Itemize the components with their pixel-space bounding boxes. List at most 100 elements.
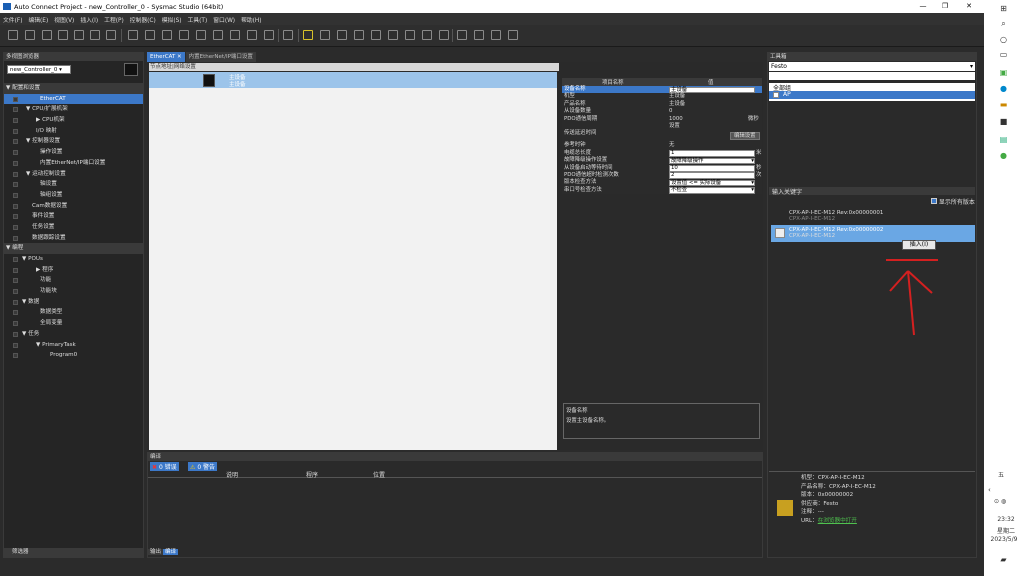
vendor-select[interactable]: Festo ▾	[769, 62, 975, 71]
canvas-header-tab[interactable]: 节点地址|网络设置	[149, 63, 559, 71]
tree-item-cpu-rack-sub[interactable]: ▶ CPU机架	[4, 115, 143, 126]
fault-operation-select[interactable]: 故障降级操作 ▾	[669, 157, 755, 165]
serial-check-select[interactable]: 不检查 ▾	[669, 187, 755, 194]
taskview-icon[interactable]: ▭	[998, 50, 1009, 60]
minimize-button[interactable]: —	[916, 2, 930, 11]
cortana-icon[interactable]: ○	[998, 35, 1009, 45]
sim-stop-icon[interactable]	[354, 30, 364, 40]
tab-ethernetip[interactable]: 内置EtherNet/IP端口设置	[185, 52, 256, 62]
reset-icon[interactable]	[264, 30, 274, 40]
show-all-versions-checkbox[interactable]: 显示所有版本	[931, 197, 975, 206]
tree-item-motion-settings[interactable]: ▼ 运动控制设置	[4, 169, 143, 180]
tree-item-tasks[interactable]: ▼ 任务	[4, 329, 143, 340]
edge-icon[interactable]: ●	[998, 84, 1009, 94]
simulate-icon[interactable]	[320, 30, 330, 40]
zoom-out-icon[interactable]	[491, 30, 501, 40]
pointer-icon[interactable]	[283, 30, 293, 40]
paste-icon[interactable]	[42, 30, 52, 40]
zoom-in-icon[interactable]	[474, 30, 484, 40]
tab-ethercat[interactable]: EtherCAT ✕	[147, 52, 185, 62]
tree-item-axis-settings[interactable]: 轴设置	[4, 179, 143, 190]
tree-item-cam-settings[interactable]: Cam数据设置	[4, 201, 143, 212]
section-config[interactable]: ▼ 配置和设置	[4, 83, 143, 94]
copy-icon[interactable]	[25, 30, 35, 40]
toolbox-search-input[interactable]	[769, 72, 975, 80]
tree-item-axis-group-settings[interactable]: 轴组设置	[4, 190, 143, 201]
find-icon[interactable]	[106, 30, 116, 40]
excel-icon[interactable]: ▣	[998, 68, 1009, 78]
online-icon[interactable]	[128, 30, 138, 40]
restore-button[interactable]: ❐	[938, 2, 952, 11]
watch-icon[interactable]	[422, 30, 432, 40]
timeout-count-input[interactable]: 2	[669, 172, 755, 179]
prop-fault-operation[interactable]: 故障降级操作设置 故障降级操作 ▾	[562, 157, 762, 165]
explorer-icon[interactable]: ▬	[998, 100, 1009, 110]
run-icon[interactable]	[213, 30, 223, 40]
filter-bar[interactable]: 筛选器	[4, 548, 143, 557]
version-check-select[interactable]: 设置值 <= 实际设备 ▾	[669, 179, 755, 187]
tree-item-task-settings[interactable]: 任务设置	[4, 222, 143, 233]
tree-item-ethercat[interactable]: EtherCAT	[4, 93, 143, 105]
sysmac-icon[interactable]: ■	[998, 117, 1009, 127]
prop-wait-time[interactable]: 从设备启动等待时间 10 秒	[562, 165, 762, 172]
monitor-icon[interactable]	[247, 30, 257, 40]
tree-item-program0[interactable]: Program0	[4, 350, 143, 361]
clock-time[interactable]: 23:32	[992, 516, 1020, 523]
controller-select[interactable]: new_Controller_0 ▾	[7, 65, 71, 74]
tree-item-data-types[interactable]: 数据类型	[4, 307, 143, 318]
prop-version-check[interactable]: 版本检查方法 设置值 <= 实际设备 ▾	[562, 179, 762, 187]
open-in-browser-link[interactable]: 在浏览器中打开	[818, 518, 857, 524]
insert-button[interactable]: 插入(I)	[902, 240, 936, 250]
edit-settings-button[interactable]: 编辑设置	[730, 132, 760, 141]
tree-item-primary-task[interactable]: ▼ PrimaryTask	[4, 340, 143, 351]
tree-item-functions[interactable]: 功能	[4, 275, 143, 286]
app-icon-2[interactable]: ▤	[998, 135, 1009, 145]
master-device-icon[interactable]	[203, 74, 215, 87]
zoom-icon[interactable]	[508, 30, 518, 40]
tree-item-event-settings[interactable]: 事件设置	[4, 211, 143, 222]
sim-pause-icon[interactable]	[371, 30, 381, 40]
tree-item-io-map[interactable]: I/O 映射	[4, 126, 143, 137]
stop-icon[interactable]	[230, 30, 240, 40]
offline-icon[interactable]	[145, 30, 155, 40]
tree-item-controller-settings[interactable]: ▼ 控制器设置	[4, 136, 143, 147]
cable-length-input[interactable]: 1	[669, 150, 755, 157]
tree-item-cpu-rack[interactable]: ▼ CPU/扩展机架	[4, 104, 143, 115]
network-canvas[interactable]: 主设备 主设备	[149, 72, 557, 450]
device-item-rev2[interactable]: CPX-AP-I-EC-M12 Rev:0x00000002 CPX-AP-I-E…	[771, 225, 975, 242]
wechat-icon[interactable]: ●	[998, 151, 1009, 161]
group-all[interactable]: 全部组	[769, 83, 975, 92]
warning-icon[interactable]	[303, 30, 313, 40]
redo-icon[interactable]	[90, 30, 100, 40]
chevron-left-icon[interactable]: ‹	[988, 486, 991, 494]
fit-icon[interactable]	[457, 30, 467, 40]
transfer-icon[interactable]	[179, 30, 189, 40]
tab-build[interactable]: 编译	[163, 549, 179, 555]
notification-icon[interactable]: ▰	[998, 555, 1009, 565]
wait-time-input[interactable]: 10	[669, 165, 755, 172]
undo-icon[interactable]	[74, 30, 84, 40]
keyword-input[interactable]: 输入关键字	[769, 187, 975, 196]
tree-item-data[interactable]: ▼ 数据	[4, 297, 143, 308]
trace-icon[interactable]	[439, 30, 449, 40]
build-icon[interactable]	[196, 30, 206, 40]
breakpoint-icon[interactable]	[405, 30, 415, 40]
tree-item-function-blocks[interactable]: 功能块	[4, 286, 143, 297]
tree-item-pous[interactable]: ▼ POUs	[4, 254, 143, 265]
windows-icon[interactable]: ⊞	[998, 4, 1009, 14]
tree-item-trace-settings[interactable]: 数据跟踪设置	[4, 233, 143, 244]
network-volume-icon[interactable]: ⊙ ◍	[994, 498, 1006, 505]
tree-item-programs[interactable]: ▶ 程序	[4, 265, 143, 276]
sync-icon[interactable]	[162, 30, 172, 40]
prop-device-name[interactable]: 设备名称 主设备	[562, 86, 762, 94]
step-icon[interactable]	[388, 30, 398, 40]
tab-output[interactable]: 输出	[148, 549, 164, 555]
sim-run-icon[interactable]	[337, 30, 347, 40]
delete-icon[interactable]	[58, 30, 68, 40]
device-item-rev1[interactable]: CPX-AP-I-EC-M12 Rev:0x00000001 CPX-AP-I-E…	[771, 208, 975, 224]
group-ap[interactable]: AP	[769, 91, 975, 99]
cut-icon[interactable]	[8, 30, 18, 40]
tree-item-operation-settings[interactable]: 操作设置	[4, 147, 143, 158]
close-button[interactable]: ✕	[962, 2, 976, 11]
tree-item-ethernetip-settings[interactable]: 内置EtherNet/IP端口设置	[4, 158, 143, 169]
